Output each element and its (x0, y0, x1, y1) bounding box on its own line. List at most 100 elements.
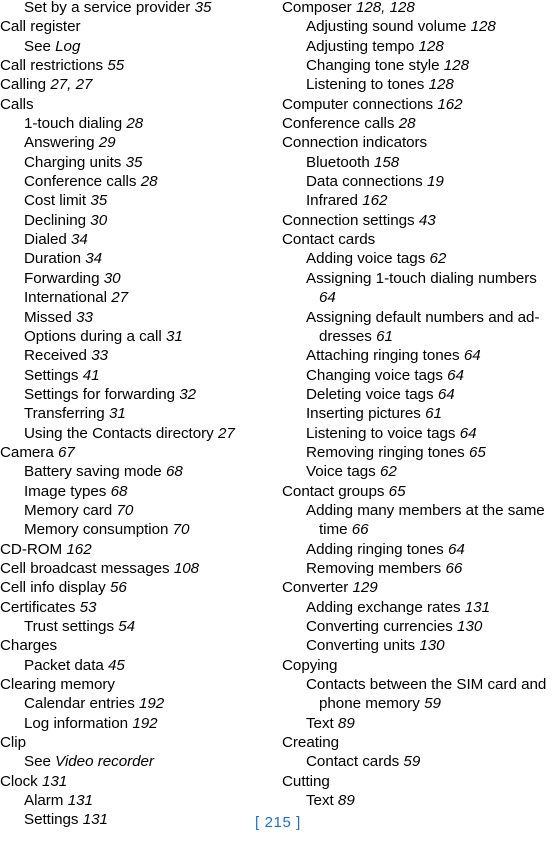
index-subentry: Packet data 45 (0, 656, 278, 675)
index-subentry: Received 33 (0, 346, 278, 365)
index-entry-label: International (24, 289, 112, 307)
index-entry-label: Creating (282, 734, 340, 752)
index-entry-label: 1-touch dialing (24, 115, 127, 133)
index-entry: Computer connections 162 (282, 95, 556, 114)
index-entry-page-number: 59 (424, 695, 441, 713)
index-entry-page-number: 192 (132, 714, 158, 732)
index-subentry: Voice tags 62 (282, 462, 556, 481)
index-entry-label: Packet data (24, 656, 109, 674)
index-subentry: Removing ringing tones 65 (282, 443, 556, 462)
index-entry-label: Text (306, 792, 338, 810)
index-subentry: Conference calls 28 (0, 172, 278, 191)
index-entry-page-number: 131 (67, 792, 93, 810)
index-entry-page-number: 66 (351, 521, 369, 539)
index-entry-page-number: 41 (82, 366, 100, 384)
index-entry-label: Contact groups (282, 482, 389, 500)
index-entry-page-number: 27 (111, 289, 129, 307)
index-entry-label: Conference calls (282, 115, 399, 133)
index-entry-page-number: 35 (125, 153, 143, 171)
index-entry-page-number: 162 (66, 540, 92, 558)
index-entry: Contact cards (282, 230, 556, 249)
index-entry-page-number: 28 (126, 115, 144, 133)
index-entry-label: Alarm (24, 792, 68, 810)
index-entry-label: Changing voice tags (306, 366, 448, 384)
index-entry-page-number: 64 (319, 289, 336, 307)
index-entry: Call restrictions 55 (0, 56, 278, 75)
index-subentry: Image types 68 (0, 482, 278, 501)
index-cross-reference: Video recorder (55, 753, 154, 771)
index-columns: Set by a service provider 35 Call registe… (0, 0, 556, 828)
index-entry-label: See (24, 37, 56, 55)
index-entry-label: Composer (282, 0, 356, 16)
index-entry-label: Adjusting sound volume (306, 18, 471, 36)
index-entry-page-number: 68 (110, 482, 128, 500)
index-entry-label: Adding many members at the same time (306, 501, 545, 539)
index-subentry: Charging units 35 (0, 153, 278, 172)
index-entry: Connection settings 43 (282, 211, 556, 230)
index-subentry: Assigning default numbers and ad-dresses… (282, 308, 556, 347)
index-entry-page-number: 53 (79, 598, 97, 616)
index-entry-page-number: 62 (379, 463, 397, 481)
index-entry-page-number: 29 (98, 134, 116, 152)
index-entry-page-number: 192 (139, 695, 165, 713)
index-subentry: Options during a call 31 (0, 327, 278, 346)
index-subentry: Log information 192 (0, 714, 278, 733)
index-entry-page-number: 34 (71, 231, 88, 249)
index-entry-label: Copying (282, 656, 338, 674)
index-entry: Calls (0, 95, 278, 114)
index-entry-label: Missed (24, 308, 77, 326)
index-entry-page-number: 61 (376, 327, 393, 345)
index-entry: Creating (282, 733, 556, 752)
index-subentry: Alarm 131 (0, 791, 278, 810)
index-subentry: Adding ringing tones 64 (282, 540, 556, 559)
index-entry: Copying (282, 656, 556, 675)
index-entry-page-number: 32 (179, 385, 197, 403)
index-entry-page-number: 45 (108, 656, 125, 674)
index-entry: Charges (0, 636, 278, 655)
index-entry-page-number: 128, 128 (355, 0, 415, 16)
index-subentry: Contacts between the SIM card and phone … (282, 675, 556, 714)
index-entry-label: Answering (24, 134, 99, 152)
index-entry-label: Trust settings (24, 618, 119, 635)
index-entry-page-number: 55 (107, 57, 125, 75)
index-entry-page-number: 130 (419, 637, 445, 655)
page-footer: [ 215 ] (0, 814, 556, 832)
index-subentry: Data connections 19 (282, 172, 556, 191)
index-entry: Clock 131 (0, 772, 278, 791)
index-entry-label: Voice tags (306, 463, 380, 481)
index-entry-label: Calendar entries (24, 695, 140, 713)
index-subentry: Converting units 130 (282, 636, 556, 655)
index-entry-label: Cost limit (24, 192, 91, 210)
index-entry-label: Call register (0, 18, 81, 36)
index-entry-label: Conference calls (24, 173, 141, 191)
index-subentry: Bluetooth 158 (282, 153, 556, 172)
index-entry-page-number: 130 (457, 618, 483, 635)
index-entry-label: Camera (0, 443, 58, 461)
index-subentry: Duration 34 (0, 249, 278, 268)
index-entry-label: Inserting pictures (306, 405, 426, 423)
index-entry-page-number: 70 (116, 501, 134, 519)
index-entry-label: Set by a service provider (24, 0, 195, 16)
index-entry-label: Removing ringing tones (306, 443, 469, 461)
index-entry-label: Adding ringing tones (306, 540, 448, 558)
index-entry-page-number: 31 (108, 405, 126, 423)
index-subentry: Changing voice tags 64 (282, 366, 556, 385)
index-entry-page-number: 128 (470, 18, 496, 36)
index-entry: CD-ROM 162 (0, 540, 278, 559)
index-entry: Cell info display 56 (0, 578, 278, 597)
index-entry-label: Settings for forwarding (24, 385, 180, 403)
index-subentry: Memory card 70 (0, 501, 278, 520)
index-subentry: See Log (0, 37, 278, 56)
index-entry-label: Charges (0, 637, 58, 655)
index-entry-label: Adjusting tempo (306, 37, 419, 55)
index-entry-page-number: 68 (165, 463, 183, 481)
index-entry-label: Received (24, 347, 92, 365)
index-entry-page-number: 128 (418, 37, 444, 55)
index-entry-label: Transferring (24, 405, 109, 423)
index-entry-label: Attaching ringing tones (306, 347, 464, 365)
index-entry-label: Computer connections (282, 95, 438, 113)
index-subentry: Calendar entries 192 (0, 694, 278, 713)
index-subentry: Dialed 34 (0, 230, 278, 249)
index-subentry: Answering 29 (0, 133, 278, 152)
index-entry-label: Converter (282, 579, 353, 597)
